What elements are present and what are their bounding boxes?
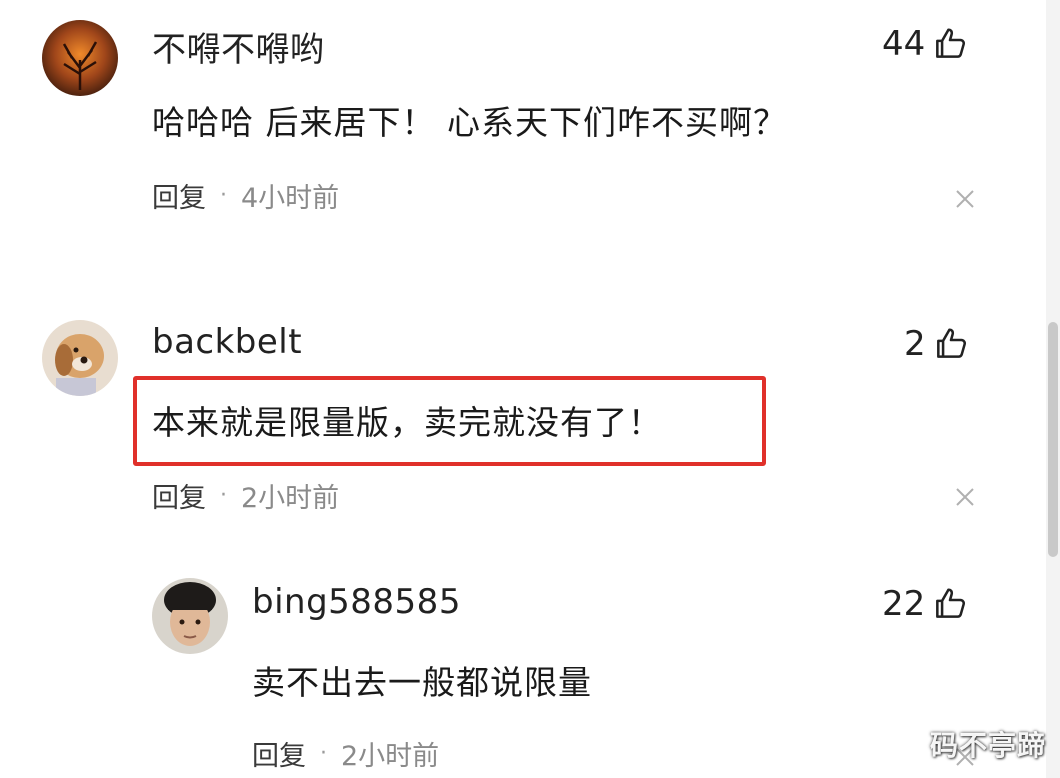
scrollbar-thumb[interactable] [1048,322,1058,557]
avatar[interactable] [152,578,228,654]
avatar[interactable] [42,20,118,96]
like-button[interactable]: 2 [904,324,970,364]
like-count: 22 [882,584,926,624]
comment-text: 哈哈哈 后来居下！ 心系天下们咋不买啊？ [152,103,787,142]
separator-dot: · [320,741,327,766]
avatar[interactable] [42,320,118,396]
like-button[interactable]: 44 [882,24,969,64]
avatar-image [42,20,118,96]
like-count: 44 [882,24,926,64]
timestamp: 2小时前 [341,741,440,772]
timestamp: 4小时前 [241,183,340,214]
watermark: 码不亭蹄 [929,729,1046,762]
close-icon[interactable] [954,486,976,508]
reply-button[interactable]: 回复 [152,476,206,515]
avatar-image [152,578,228,654]
close-icon[interactable] [954,188,976,210]
like-count: 2 [904,324,926,364]
timestamp: 2小时前 [241,483,340,514]
comment-text: 本来就是限量版，卖完就没有了！ [152,403,662,442]
username[interactable]: backbelt [152,322,302,362]
comment-meta: 回复 · 2小时前 [252,734,439,773]
comment-meta: 回复 · 4小时前 [152,176,339,215]
thumbs-up-icon [936,588,966,618]
thumbs-up-icon [936,328,966,358]
separator-dot: · [220,483,227,508]
separator-dot: · [220,183,227,208]
reply-button[interactable]: 回复 [152,176,206,215]
comment-meta: 回复 · 2小时前 [152,476,339,515]
like-button[interactable]: 22 [882,584,969,624]
reply-button[interactable]: 回复 [252,734,306,773]
username[interactable]: bing588585 [252,582,461,622]
scrollbar-track[interactable] [1046,0,1060,778]
avatar-image [42,320,118,396]
comment-text: 卖不出去一般都说限量 [252,663,592,702]
thumbs-up-icon [936,28,966,58]
username[interactable]: 不嘚不嘚哟 [152,22,325,71]
